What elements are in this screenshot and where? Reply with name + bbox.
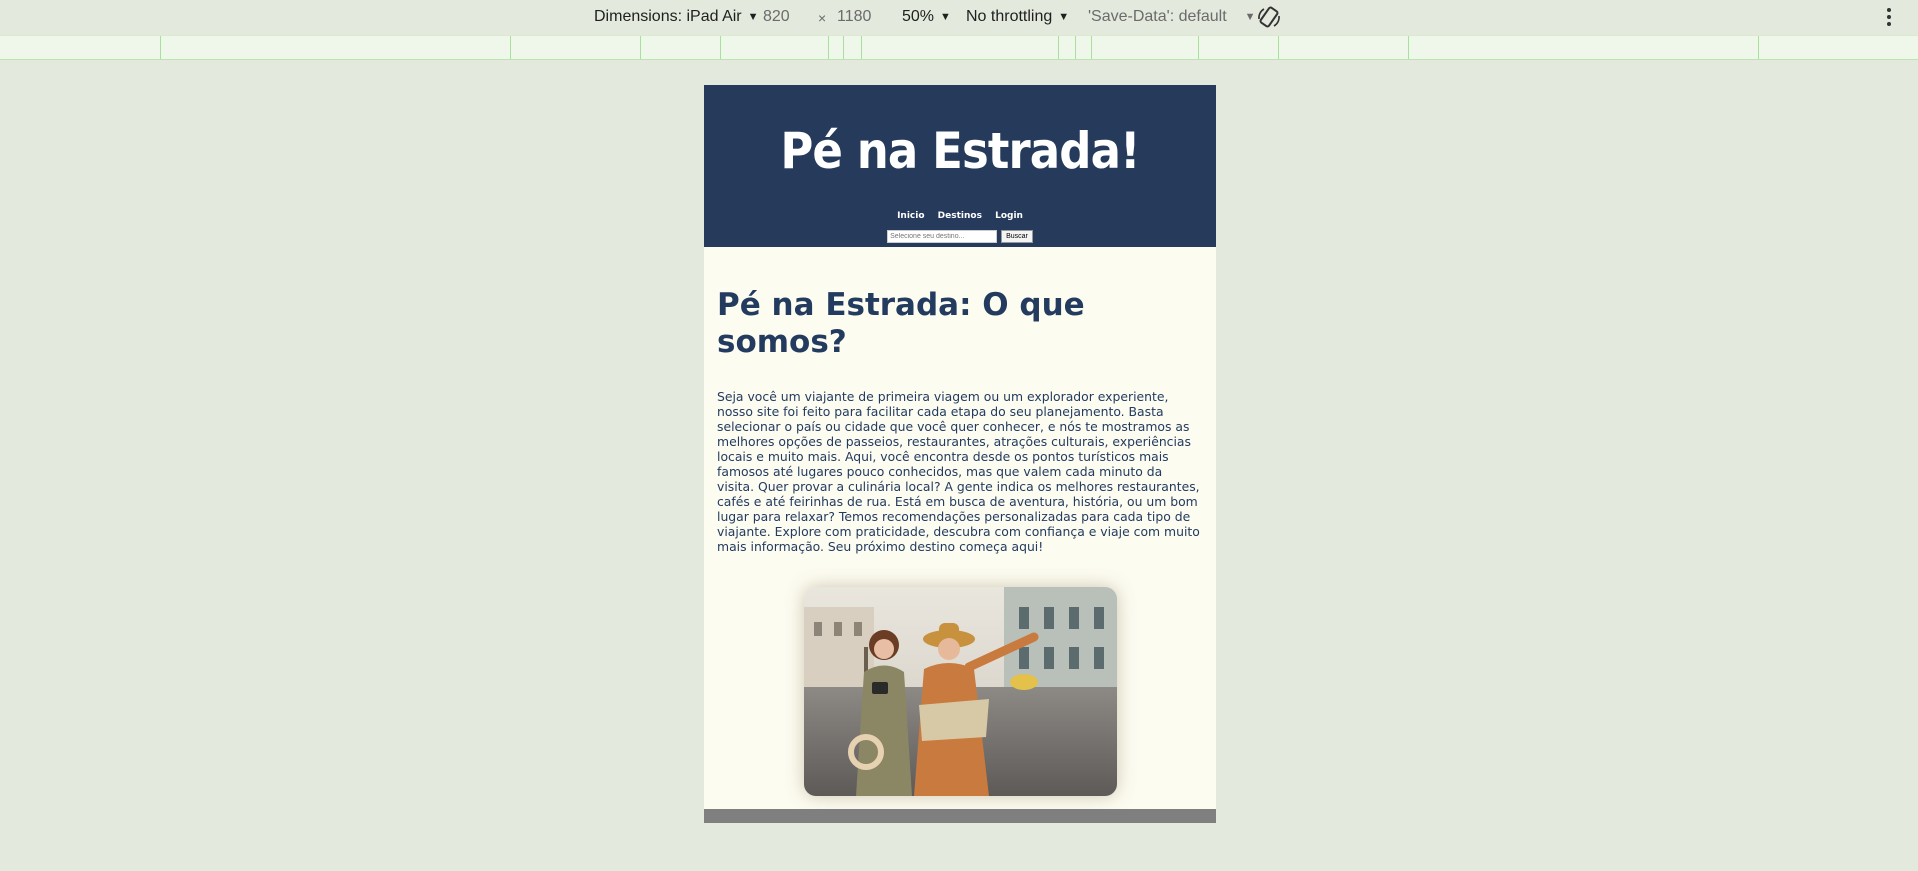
zoom-dropdown[interactable]: 50% ▼ [902, 8, 951, 26]
nav-link-destinos[interactable]: Destinos [938, 211, 982, 221]
nav-link-login[interactable]: Login [995, 211, 1023, 221]
site-footer [704, 809, 1216, 823]
travelers-photo [804, 587, 1117, 796]
height-input[interactable]: 1180 [837, 8, 871, 26]
media-query-ruler[interactable] [0, 35, 1918, 60]
main-content: Pé na Estrada: O que somos? Seja você um… [704, 247, 1216, 554]
search-form: Buscar [704, 230, 1216, 243]
travelers-photo-image [804, 587, 1117, 796]
page-title: Pé na Estrada: O que somos? [717, 287, 1085, 360]
device-viewport: Pé na Estrada! Inicio Destinos Login Bus… [704, 85, 1216, 823]
chevron-down-icon: ▼ [1058, 11, 1070, 23]
about-paragraph: Seja você um viajante de primeira viagem… [717, 389, 1200, 554]
device-toolbar: Dimensions: iPad Air ▼ 820 × 1180 50% ▼ No… [0, 0, 1918, 35]
rotate-icon[interactable] [1256, 5, 1282, 31]
throttling-dropdown[interactable]: No throttling ▼ [966, 8, 1069, 26]
chevron-down-icon: ▼ [940, 11, 951, 23]
main-nav: Inicio Destinos Login [704, 211, 1216, 221]
search-button[interactable]: Buscar [1001, 230, 1033, 243]
more-options-icon[interactable] [1886, 8, 1892, 28]
times-icon: × [818, 10, 827, 26]
chevron-down-icon: ▼ [747, 11, 759, 23]
device-dimensions-dropdown[interactable]: Dimensions: iPad Air ▼ [594, 8, 759, 26]
site-header: Pé na Estrada! Inicio Destinos Login Bus… [704, 85, 1216, 247]
chevron-down-icon: ▼ [1244, 11, 1256, 23]
nav-link-inicio[interactable]: Inicio [897, 211, 924, 221]
save-data-dropdown[interactable]: 'Save-Data': default ▼ [1088, 8, 1256, 26]
destination-search-input[interactable] [887, 230, 998, 243]
width-input[interactable]: 820 [763, 8, 790, 26]
site-logo[interactable]: Pé na Estrada! [730, 122, 1191, 180]
